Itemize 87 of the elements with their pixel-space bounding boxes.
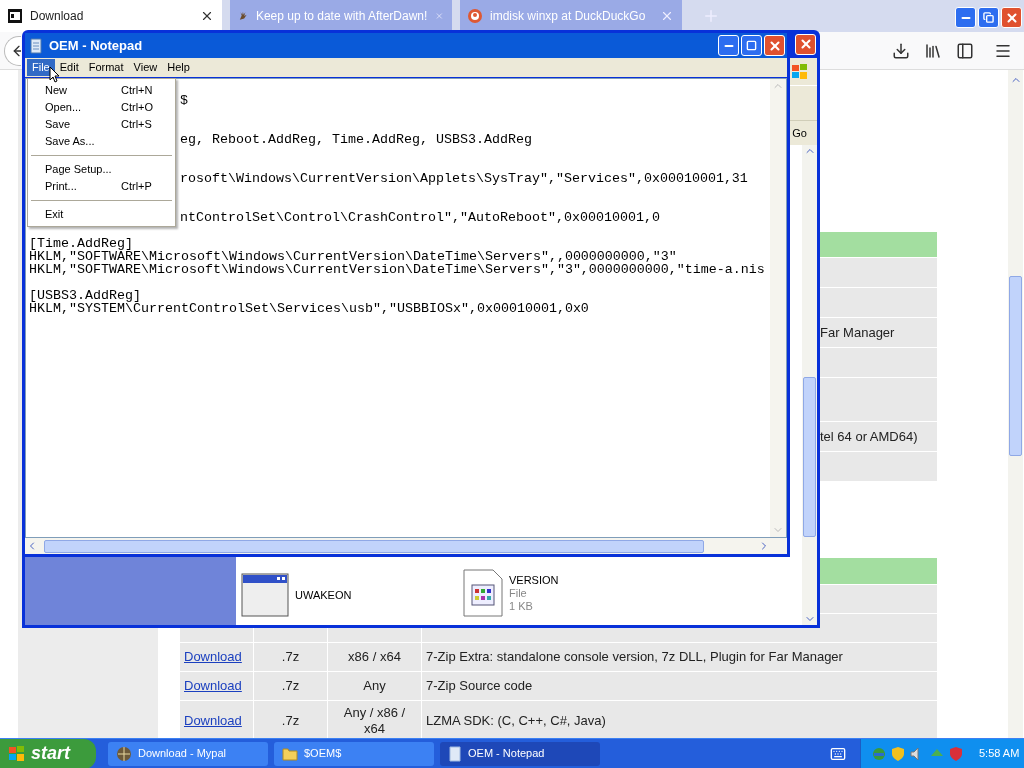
table-cell: Any <box>328 672 422 700</box>
archive-icon <box>8 9 22 23</box>
file-name[interactable]: UWAKEON <box>295 588 352 602</box>
download-link[interactable]: Download <box>184 676 242 696</box>
table-cell: 7-Zip Source code <box>422 672 937 700</box>
page-scrollbar[interactable] <box>1008 70 1023 738</box>
go-button[interactable]: Go <box>792 124 807 142</box>
maximize-button[interactable] <box>741 35 762 56</box>
taskbar-button[interactable]: $OEM$ <box>274 741 434 766</box>
shield-icon[interactable] <box>891 745 905 762</box>
start-button[interactable]: start <box>0 738 96 768</box>
tab-title: Download <box>30 8 85 25</box>
text-line: [Time.AddReg] <box>29 237 133 250</box>
text-line: HKLM,"SOFTWARE\Microsoft\Windows\CurrentVersion\DateTime\Servers","3",0000000000,"time-a.nis <box>29 263 765 276</box>
windows-logo-icon <box>8 745 26 762</box>
minimize-button[interactable] <box>955 7 976 28</box>
download-icon[interactable] <box>892 41 910 60</box>
notepad-icon <box>29 37 43 54</box>
file-icon <box>463 569 503 617</box>
table-cell: x86 / x64 <box>328 643 422 671</box>
tab-title: Keep up to date with AfterDawn! <box>255 8 428 25</box>
notepad-icon <box>448 745 462 762</box>
maximize-icon <box>746 40 757 51</box>
text-line: HKLM,"SOFTWARE\Microsoft\Windows\CurrentVersion\DateTime\Servers",,0000000000,"3" <box>29 250 677 263</box>
scrollbar-thumb[interactable] <box>1009 276 1022 456</box>
network-icon[interactable] <box>871 745 887 762</box>
menu-option[interactable]: Exit <box>28 206 175 223</box>
text-line: rosoft\Windows\CurrentVersion\Applets\SysTray","Services",0x00010001,31 <box>180 172 748 185</box>
menu-option[interactable]: Print... Ctrl+P <box>28 178 175 195</box>
close-icon[interactable] <box>200 9 214 23</box>
file-size: 1 KB <box>509 599 534 613</box>
scrollbar-thumb[interactable] <box>44 539 704 553</box>
taskbar-button[interactable]: Download - Mypal <box>108 741 268 766</box>
vertical-scrollbar[interactable] <box>770 79 786 537</box>
explorer-scrollbar[interactable] <box>802 145 817 625</box>
restore-icon <box>983 12 994 23</box>
menu-option[interactable]: Save Ctrl+S <box>28 116 175 133</box>
table-cell: LZMA SDK: (C, C++, C#, Java) <box>422 701 937 740</box>
text-line: ntControlSet\Control\CrashControl","AutoReboot",0x00010001,0 <box>180 211 660 224</box>
download-link[interactable]: Download <box>184 710 242 731</box>
menu-option[interactable]: Open... Ctrl+O <box>28 99 175 116</box>
menu-item[interactable]: Format <box>83 59 129 76</box>
table-cell: .7z <box>254 701 328 740</box>
tab-title: imdisk winxp at DuckDuckGo <box>490 8 647 25</box>
windows-logo-icon <box>791 63 809 80</box>
restore-button[interactable] <box>978 7 999 28</box>
table-cell-text: Far Manager <box>820 323 895 342</box>
text-line: HKLM,"SYSTEM\CurrentControlSet\Services\usb","USBBIOSx",0x00010001,0x0 <box>29 302 589 315</box>
folder-icon <box>282 746 298 761</box>
minimize-button[interactable] <box>718 35 739 56</box>
browser-tab[interactable]: Download <box>0 0 222 32</box>
close-icon <box>767 38 782 53</box>
horizontal-scrollbar[interactable] <box>25 538 787 554</box>
taskbar-button[interactable]: OEM - Notepad <box>440 741 600 766</box>
close-icon <box>798 37 813 51</box>
globe-icon <box>116 745 132 762</box>
text-line: $ <box>180 94 188 107</box>
clock: 5:58 AM <box>979 746 1020 762</box>
warning-shield-icon[interactable] <box>949 745 963 762</box>
table-cell: Any / x86 / x64 <box>328 701 422 740</box>
table-cell: .7z <box>254 643 328 671</box>
close-button[interactable] <box>795 33 816 55</box>
text-line: [USBS3.AddReg] <box>29 289 141 302</box>
sidebar-icon[interactable] <box>956 41 974 60</box>
round-logo-icon <box>468 9 482 23</box>
table-cell: 7-Zip Extra: standalone console version, 7z DLL, Plugin for Far Manager <box>422 643 937 671</box>
close-button[interactable] <box>764 35 785 56</box>
window-icon <box>241 573 289 617</box>
close-icon <box>1004 10 1019 25</box>
window-title: OEM - Notepad <box>49 36 144 55</box>
text-line: eg, Reboot.AddReg, Time.AddReg, USBS3.AddReg <box>180 133 532 146</box>
menu-item[interactable]: Help <box>162 59 195 76</box>
library-icon[interactable] <box>924 41 942 60</box>
file-name[interactable]: VERSION <box>509 573 559 587</box>
menu-option[interactable]: New Ctrl+N <box>28 82 175 99</box>
keyboard-icon[interactable] <box>830 745 846 762</box>
back-button[interactable] <box>4 35 21 66</box>
file-type: File <box>509 586 528 600</box>
scrollbar-thumb[interactable] <box>803 377 816 537</box>
table-cell: .7z <box>254 672 328 700</box>
menu-item[interactable]: View <box>128 59 163 76</box>
close-button[interactable] <box>1001 7 1022 28</box>
download-link[interactable]: Download <box>184 647 242 667</box>
menu-option[interactable]: Page Setup... <box>28 161 175 178</box>
menu-option[interactable]: Save As... <box>28 133 175 150</box>
menu-item[interactable]: File <box>27 59 55 76</box>
table-cell-text: tel 64 or AMD64) <box>820 427 918 446</box>
